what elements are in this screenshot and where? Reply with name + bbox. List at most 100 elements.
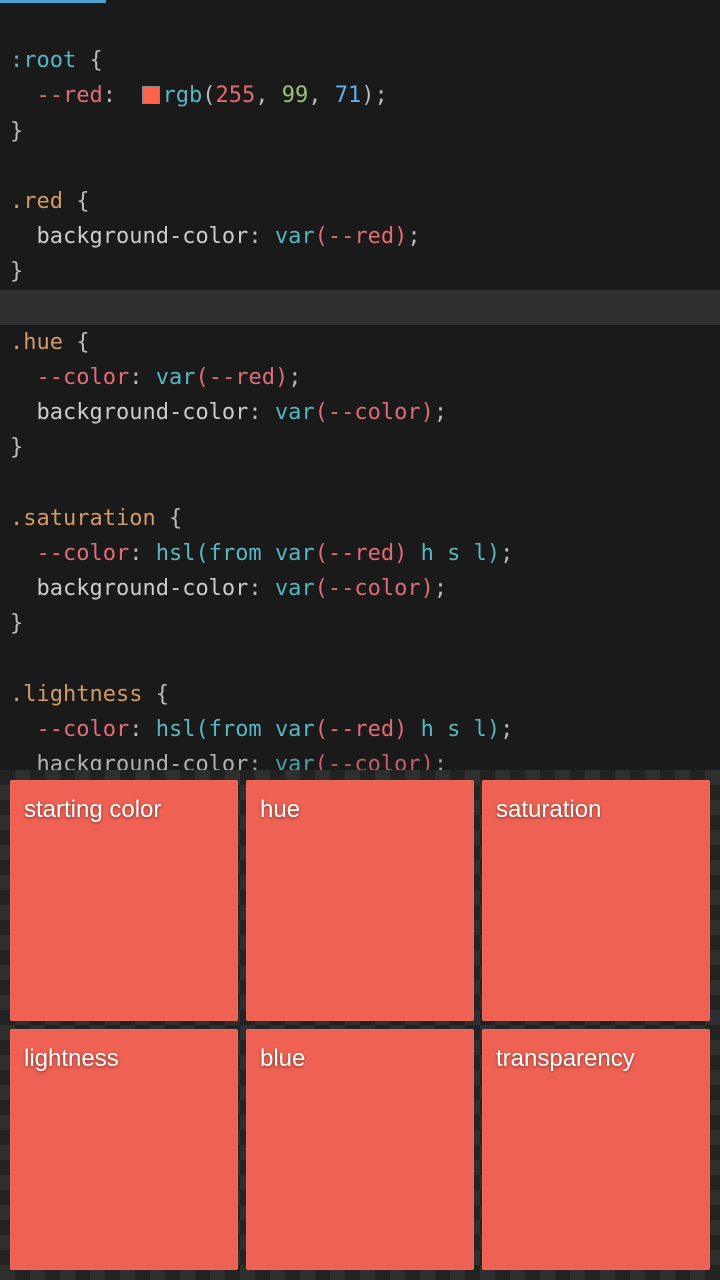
var-fn: var: [275, 400, 315, 425]
code-line[interactable]: [0, 465, 720, 500]
paren-open: (: [202, 83, 215, 108]
var-call-red: (--red): [315, 541, 408, 566]
colon: :: [103, 83, 143, 108]
colon: :: [248, 400, 275, 425]
var-call-color: (--color): [315, 752, 434, 770]
card-label: transparency: [496, 1045, 635, 1072]
code-line[interactable]: }: [0, 254, 720, 289]
code-line[interactable]: background-color: var(--color);: [0, 395, 720, 430]
brace-open: {: [142, 682, 169, 707]
hsl-tail: h s l): [407, 717, 500, 742]
semicolon: ;: [434, 576, 447, 601]
code-editor[interactable]: :root { --red: rgb(255, 99, 71); } .red …: [0, 0, 720, 770]
colon: :: [129, 365, 156, 390]
semicolon: ;: [434, 400, 447, 425]
code-line[interactable]: }: [0, 114, 720, 149]
brace-open: {: [76, 48, 103, 73]
hsl-from: hsl(from: [156, 541, 275, 566]
rgb-function: rgb: [162, 83, 202, 108]
code-line[interactable]: .hue {: [0, 325, 720, 360]
selector-hue: .hue: [10, 330, 63, 355]
rgb-r: 255: [215, 83, 255, 108]
selector-root: :root: [10, 48, 76, 73]
colon: :: [248, 576, 275, 601]
var-call-red: (--red): [195, 365, 288, 390]
code-line[interactable]: background-color: var(--red);: [0, 219, 720, 254]
brace-open: {: [156, 506, 183, 531]
comma: ,: [308, 83, 335, 108]
selector-saturation: .saturation: [10, 506, 156, 531]
card-label: hue: [260, 796, 300, 823]
var-fn: var: [156, 365, 196, 390]
semicolon: ;: [500, 717, 513, 742]
code-line[interactable]: }: [0, 606, 720, 641]
card-transparency: transparency: [482, 1029, 710, 1270]
code-line-active[interactable]: [0, 290, 720, 325]
prop-bg: background-color: [37, 400, 249, 425]
prop-bg-truncated: hackground-color: [37, 752, 249, 770]
prop-bg: background-color: [37, 576, 249, 601]
card-lightness: lightness: [10, 1029, 238, 1270]
code-line[interactable]: hackground-color: var(--color);: [0, 747, 720, 770]
hsl-tail: h s l): [407, 541, 500, 566]
code-line[interactable]: [0, 8, 720, 43]
var-fn: var: [275, 541, 315, 566]
hsl-from: hsl(from: [156, 717, 275, 742]
comma: ,: [255, 83, 282, 108]
var-call-color: (--color): [315, 400, 434, 425]
brace-close: }: [10, 119, 23, 144]
prop-bg: background-color: [37, 224, 249, 249]
rgb-b: 71: [335, 83, 362, 108]
code-line[interactable]: .lightness {: [0, 677, 720, 712]
card-label: saturation: [496, 796, 601, 823]
css-variable-color: --color: [37, 717, 130, 742]
colon: :: [248, 224, 275, 249]
semicolon: ;: [288, 365, 301, 390]
css-variable-color: --color: [37, 541, 130, 566]
color-swatch[interactable]: [142, 86, 160, 104]
var-fn: var: [275, 224, 315, 249]
semicolon: ;: [374, 83, 387, 108]
semicolon: ;: [407, 224, 420, 249]
code-line[interactable]: :root {: [0, 43, 720, 78]
colon: :: [129, 717, 156, 742]
card-label: starting color: [24, 796, 161, 823]
code-line[interactable]: .red {: [0, 184, 720, 219]
code-line[interactable]: [0, 641, 720, 676]
brace-close: }: [10, 435, 23, 460]
code-line[interactable]: --red: rgb(255, 99, 71);: [0, 78, 720, 113]
active-tab-indicator: [0, 0, 106, 3]
var-fn: var: [275, 576, 315, 601]
var-fn: var: [275, 752, 315, 770]
semicolon: ;: [434, 752, 447, 770]
var-call-red: (--red): [315, 717, 408, 742]
css-variable-red: --red: [37, 83, 103, 108]
var-call-color: (--color): [315, 576, 434, 601]
card-saturation: saturation: [482, 780, 710, 1021]
code-line[interactable]: .saturation {: [0, 501, 720, 536]
code-line[interactable]: --color: hsl(from var(--red) h s l);: [0, 712, 720, 747]
paren-close: ): [361, 83, 374, 108]
card-starting-color: starting color: [10, 780, 238, 1021]
card-label: lightness: [24, 1045, 119, 1072]
code-line[interactable]: --color: hsl(from var(--red) h s l);: [0, 536, 720, 571]
colon: :: [248, 752, 275, 770]
card-blue: blue: [246, 1029, 474, 1270]
css-variable-color: --color: [37, 365, 130, 390]
var-call-red: (--red): [315, 224, 408, 249]
colon: :: [129, 541, 156, 566]
card-label: blue: [260, 1045, 305, 1072]
code-line[interactable]: background-color: var(--color);: [0, 571, 720, 606]
card-hue: hue: [246, 780, 474, 1021]
code-line[interactable]: --color: var(--red);: [0, 360, 720, 395]
semicolon: ;: [500, 541, 513, 566]
selector-lightness: .lightness: [10, 682, 142, 707]
code-line[interactable]: [0, 149, 720, 184]
rgb-g: 99: [282, 83, 309, 108]
brace-open: {: [63, 330, 90, 355]
selector-red: .red: [10, 189, 63, 214]
brace-close: }: [10, 611, 23, 636]
code-line[interactable]: }: [0, 430, 720, 465]
preview-panel: starting color hue saturation lightness …: [0, 770, 720, 1280]
brace-open: {: [63, 189, 90, 214]
